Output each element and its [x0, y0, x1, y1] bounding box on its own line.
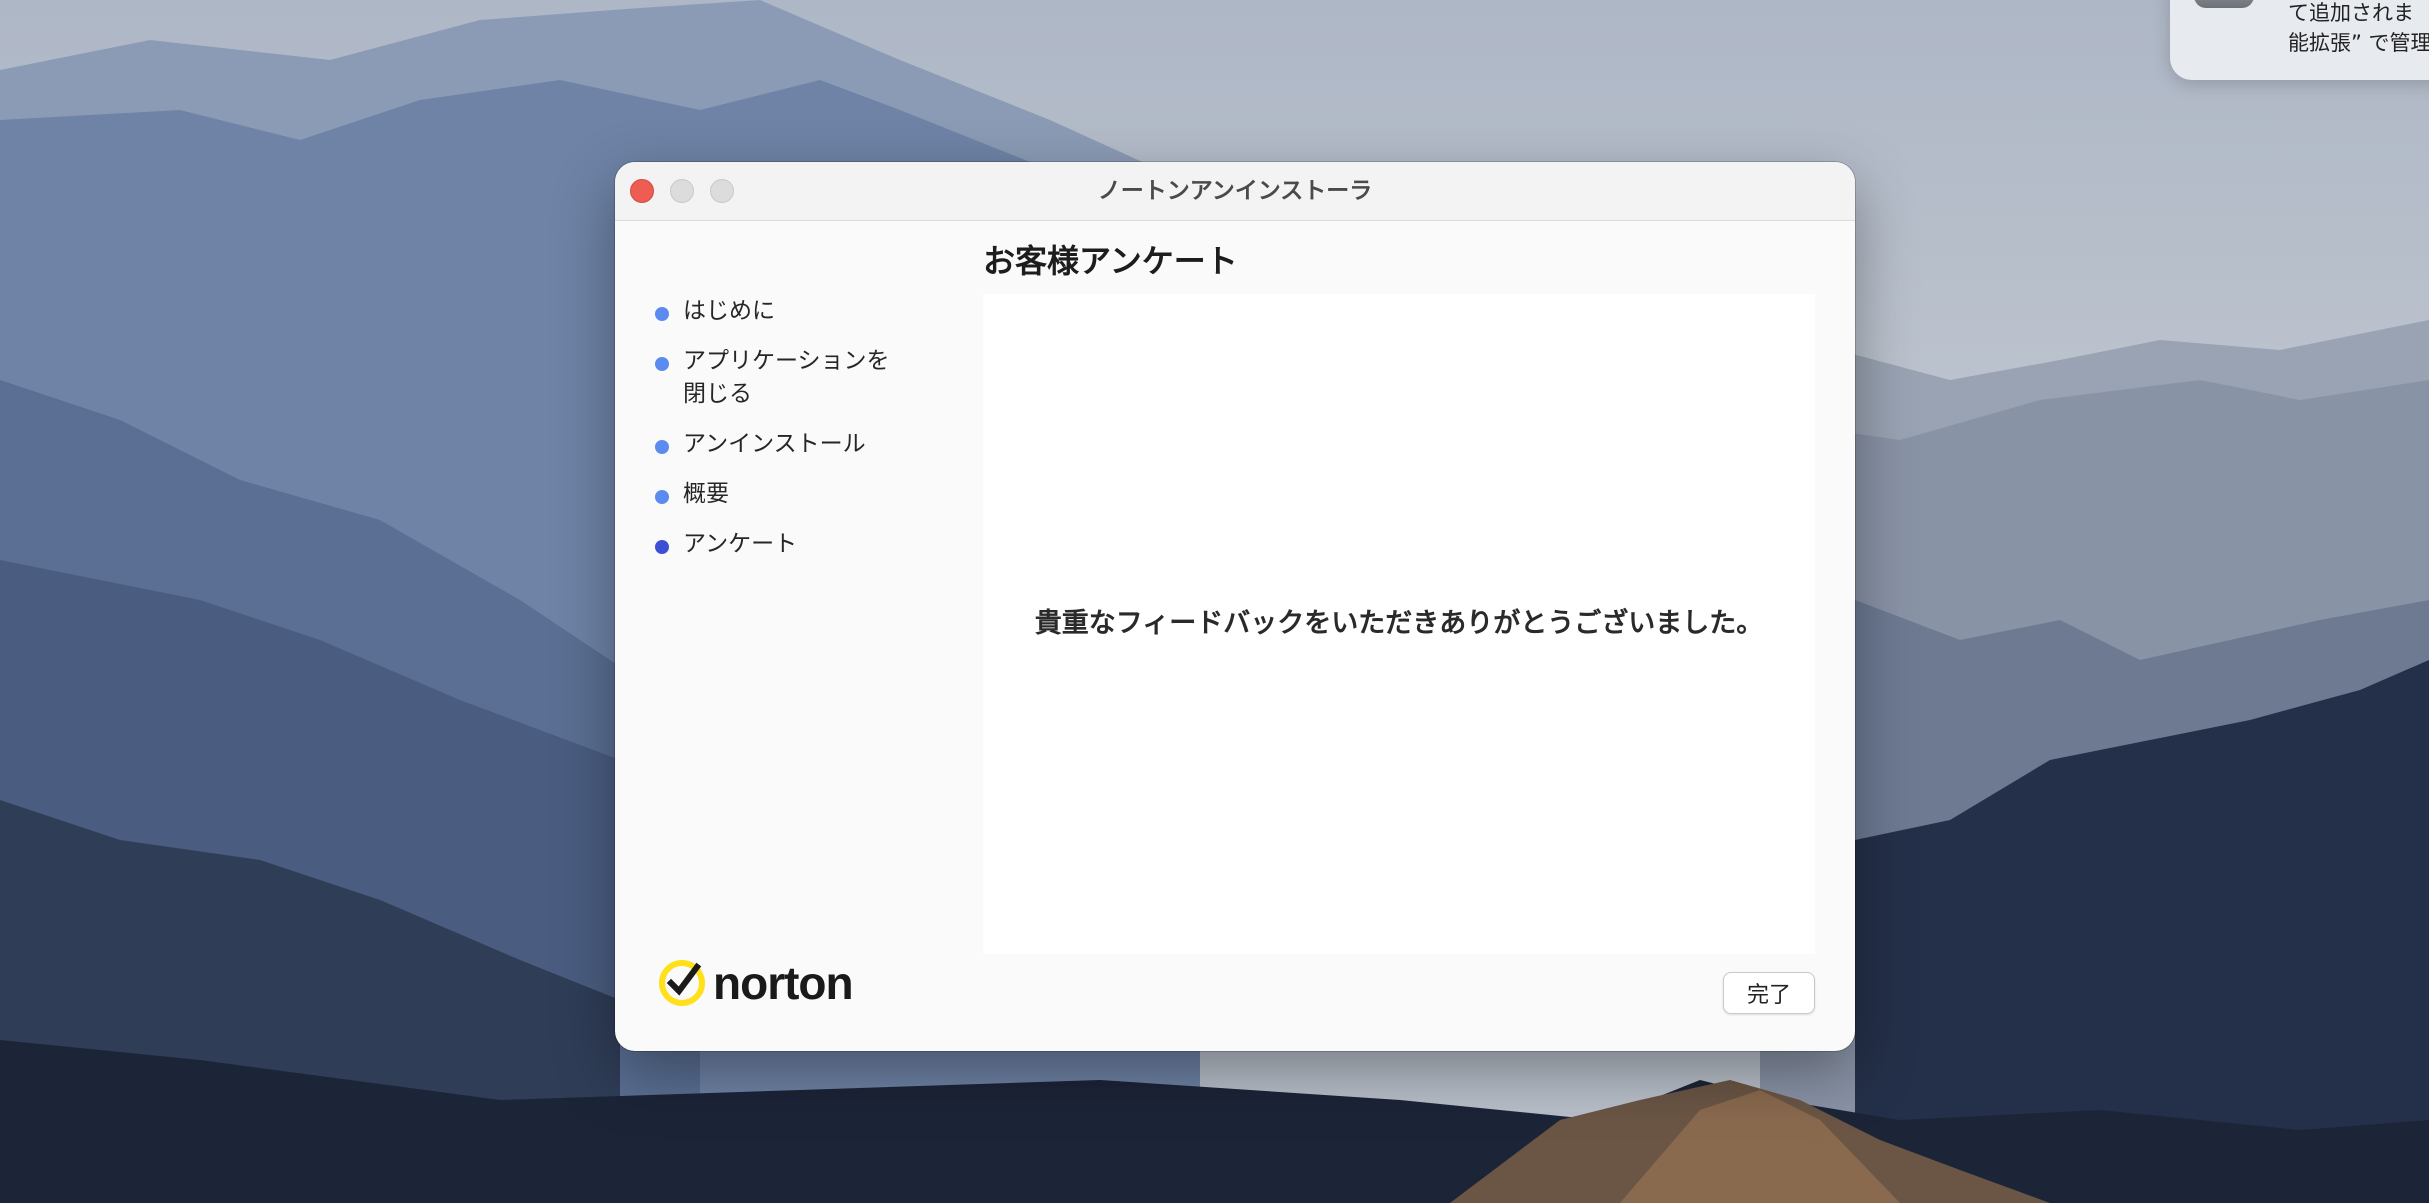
done-button[interactable]: 完了	[1723, 972, 1815, 1014]
norton-checkmark-icon	[659, 960, 705, 1006]
step-label: 概要	[683, 481, 729, 507]
step-item-uninstall: アンインストール	[655, 428, 895, 461]
norton-logo-text: norton	[713, 957, 854, 1009]
step-bullet-icon	[655, 307, 669, 321]
title-bar[interactable]: ノートンアンインストーラ	[615, 162, 1855, 221]
norton-logo: norton	[657, 956, 854, 1010]
step-bullet-icon	[655, 540, 669, 554]
step-bullet-icon	[655, 357, 669, 371]
system-notification[interactable]: て追加されま 能拡張” で管理	[2170, 0, 2429, 80]
content-panel: 貴重なフィードバックをいただきありがとうございました。	[983, 294, 1815, 954]
step-list: はじめに アプリケーションを閉じる アンインストール 概要 アンケート	[655, 295, 895, 578]
notification-line: 能拡張” で管理	[2288, 31, 2429, 55]
step-label: はじめに	[683, 298, 775, 324]
step-bullet-icon	[655, 490, 669, 504]
step-item-close-applications: アプリケーションを閉じる	[655, 345, 895, 411]
app-icon	[2194, 0, 2254, 8]
window-title: ノートンアンインストーラ	[1097, 178, 1373, 204]
page-title: お客様アンケート	[983, 242, 1238, 280]
step-item-survey: アンケート	[655, 528, 895, 561]
step-item-introduction: はじめに	[655, 295, 895, 328]
step-item-summary: 概要	[655, 478, 895, 511]
step-label: アプリケーションを閉じる	[683, 348, 890, 407]
uninstaller-window: ノートンアンインストーラ はじめに アプリケーションを閉じる アンインストール …	[615, 162, 1855, 1051]
thank-you-message: 貴重なフィードバックをいただきありがとうございました。	[1034, 608, 1764, 639]
step-bullet-icon	[655, 440, 669, 454]
notification-text: て追加されま 能拡張” で管理	[2288, 0, 2429, 58]
step-label: アンケート	[683, 531, 798, 557]
step-label: アンインストール	[683, 431, 866, 457]
notification-line: て追加されま	[2288, 1, 2414, 25]
